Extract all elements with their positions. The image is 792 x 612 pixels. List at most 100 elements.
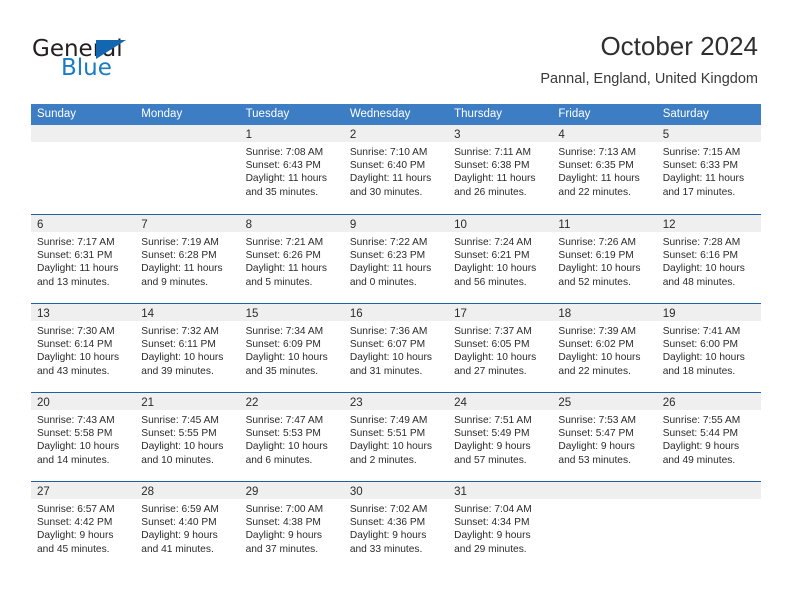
day-cell[interactable]: 13 Sunrise: 7:30 AM Sunset: 6:14 PM Dayl… xyxy=(31,304,136,392)
day-cell[interactable]: 21 Sunrise: 7:45 AM Sunset: 5:55 PM Dayl… xyxy=(135,393,240,481)
sunrise-text: Sunrise: 7:43 AM xyxy=(37,415,115,426)
day-info: Sunrise: 6:57 AM Sunset: 4:42 PM Dayligh… xyxy=(31,499,135,556)
day-info: Sunrise: 6:59 AM Sunset: 4:40 PM Dayligh… xyxy=(135,499,239,556)
day-cell[interactable]: 30 Sunrise: 7:02 AM Sunset: 4:36 PM Dayl… xyxy=(343,482,449,570)
day-number-band: 26 xyxy=(656,393,761,410)
day-cell[interactable]: 18 Sunrise: 7:39 AM Sunset: 6:02 PM Dayl… xyxy=(552,304,657,392)
day-cell[interactable]: 17 Sunrise: 7:37 AM Sunset: 6:05 PM Dayl… xyxy=(448,304,553,392)
day-number-band xyxy=(135,125,240,142)
calendar-grid: Sunday Monday Tuesday Wednesday Thursday… xyxy=(31,104,761,570)
daylight-text-line2: and 57 minutes. xyxy=(454,454,527,466)
day-cell[interactable]: 5 Sunrise: 7:15 AM Sunset: 6:33 PM Dayli… xyxy=(656,125,761,214)
day-number-band: 8 xyxy=(239,215,344,232)
day-cell[interactable]: 29 Sunrise: 7:00 AM Sunset: 4:38 PM Dayl… xyxy=(239,482,344,570)
sunrise-text: Sunrise: 7:51 AM xyxy=(454,415,532,426)
day-cell[interactable]: 9 Sunrise: 7:22 AM Sunset: 6:23 PM Dayli… xyxy=(343,215,449,303)
day-cell[interactable]: 14 Sunrise: 7:32 AM Sunset: 6:11 PM Dayl… xyxy=(135,304,240,392)
day-info: Sunrise: 7:19 AM Sunset: 6:28 PM Dayligh… xyxy=(135,232,239,289)
day-cell[interactable] xyxy=(135,125,240,214)
day-cell[interactable]: 8 Sunrise: 7:21 AM Sunset: 6:26 PM Dayli… xyxy=(239,215,344,303)
day-number-band: 3 xyxy=(448,125,553,142)
daylight-text-line1: Daylight: 10 hours xyxy=(662,352,745,364)
day-cell[interactable]: 22 Sunrise: 7:47 AM Sunset: 5:53 PM Dayl… xyxy=(239,393,344,481)
day-number-band: 9 xyxy=(343,215,449,232)
sunset-text: Sunset: 4:36 PM xyxy=(349,517,426,529)
sunrise-text: Sunrise: 7:15 AM xyxy=(662,147,741,158)
sunset-text: Sunset: 6:02 PM xyxy=(558,339,634,351)
day-cell[interactable] xyxy=(552,482,657,570)
daylight-text-line1: Daylight: 10 hours xyxy=(454,352,537,364)
day-number: 14 xyxy=(141,308,155,320)
day-cell[interactable]: 23 Sunrise: 7:49 AM Sunset: 5:51 PM Dayl… xyxy=(343,393,449,481)
day-cell[interactable]: 6 Sunrise: 7:17 AM Sunset: 6:31 PM Dayli… xyxy=(31,215,136,303)
day-cell[interactable] xyxy=(31,125,136,214)
day-number: 18 xyxy=(558,308,572,320)
day-cell[interactable]: 15 Sunrise: 7:34 AM Sunset: 6:09 PM Dayl… xyxy=(239,304,344,392)
weekday-header-monday: Monday xyxy=(141,108,183,120)
day-number: 29 xyxy=(245,486,259,498)
day-info: Sunrise: 7:34 AM Sunset: 6:09 PM Dayligh… xyxy=(240,321,344,378)
page-title: October 2024 xyxy=(600,31,758,61)
day-number: 23 xyxy=(349,397,363,409)
sunset-text: Sunset: 5:51 PM xyxy=(349,428,426,440)
day-number-band: 7 xyxy=(135,215,240,232)
daylight-text-line2: and 17 minutes. xyxy=(662,186,736,198)
day-number-band: 21 xyxy=(135,393,240,410)
day-number-band: 31 xyxy=(448,482,553,499)
day-cell[interactable]: 7 Sunrise: 7:19 AM Sunset: 6:28 PM Dayli… xyxy=(135,215,240,303)
daylight-text-line1: Daylight: 10 hours xyxy=(349,441,432,453)
day-cell[interactable] xyxy=(656,482,761,570)
day-cell[interactable]: 4 Sunrise: 7:13 AM Sunset: 6:35 PM Dayli… xyxy=(552,125,657,214)
sunset-text: Sunset: 6:23 PM xyxy=(349,250,426,262)
daylight-text-line1: Daylight: 10 hours xyxy=(558,352,641,364)
day-cell[interactable]: 11 Sunrise: 7:26 AM Sunset: 6:19 PM Dayl… xyxy=(552,215,657,303)
day-cell[interactable]: 24 Sunrise: 7:51 AM Sunset: 5:49 PM Dayl… xyxy=(448,393,553,481)
daylight-text-line2: and 53 minutes. xyxy=(558,454,631,466)
day-cell[interactable]: 10 Sunrise: 7:24 AM Sunset: 6:21 PM Dayl… xyxy=(448,215,553,303)
day-info: Sunrise: 7:21 AM Sunset: 6:26 PM Dayligh… xyxy=(240,232,344,289)
daylight-text-line1: Daylight: 9 hours xyxy=(662,441,740,453)
day-number: 28 xyxy=(141,486,155,498)
day-cell[interactable]: 28 Sunrise: 6:59 AM Sunset: 4:40 PM Dayl… xyxy=(135,482,240,570)
general-blue-logo[interactable]: General Blue xyxy=(32,36,212,82)
daylight-text-line1: Daylight: 11 hours xyxy=(37,263,119,275)
day-number-band xyxy=(656,482,761,499)
day-cell[interactable]: 3 Sunrise: 7:11 AM Sunset: 6:38 PM Dayli… xyxy=(448,125,553,214)
day-cell[interactable]: 2 Sunrise: 7:10 AM Sunset: 6:40 PM Dayli… xyxy=(343,125,449,214)
day-info xyxy=(552,499,656,503)
sunrise-text: Sunrise: 7:21 AM xyxy=(245,237,324,248)
day-cell[interactable]: 1 Sunrise: 7:08 AM Sunset: 6:43 PM Dayli… xyxy=(239,125,344,214)
sunset-text: Sunset: 6:07 PM xyxy=(349,339,426,351)
sunset-text: Sunset: 5:53 PM xyxy=(245,428,321,440)
sunset-text: Sunset: 5:55 PM xyxy=(141,428,217,440)
day-cell[interactable]: 26 Sunrise: 7:55 AM Sunset: 5:44 PM Dayl… xyxy=(656,393,761,481)
sunset-text: Sunset: 6:40 PM xyxy=(349,160,426,172)
day-cell[interactable]: 19 Sunrise: 7:41 AM Sunset: 6:00 PM Dayl… xyxy=(656,304,761,392)
sunset-text: Sunset: 6:33 PM xyxy=(662,160,739,172)
day-cell[interactable]: 25 Sunrise: 7:53 AM Sunset: 5:47 PM Dayl… xyxy=(552,393,657,481)
day-cell[interactable]: 12 Sunrise: 7:28 AM Sunset: 6:16 PM Dayl… xyxy=(656,215,761,303)
day-cell[interactable]: 31 Sunrise: 7:04 AM Sunset: 4:34 PM Dayl… xyxy=(448,482,553,570)
week-row: 1 Sunrise: 7:08 AM Sunset: 6:43 PM Dayli… xyxy=(31,125,761,214)
day-number: 13 xyxy=(37,308,50,320)
day-info: Sunrise: 7:00 AM Sunset: 4:38 PM Dayligh… xyxy=(240,499,344,556)
daylight-text-line2: and 5 minutes. xyxy=(245,276,313,288)
sunset-text: Sunset: 5:49 PM xyxy=(454,428,530,440)
sunset-text: Sunset: 6:16 PM xyxy=(662,250,739,262)
day-number: 31 xyxy=(454,486,467,498)
daylight-text-line2: and 48 minutes. xyxy=(662,276,736,288)
sunrise-text: Sunrise: 6:57 AM xyxy=(37,504,115,515)
day-number: 9 xyxy=(349,219,357,231)
day-number-band: 11 xyxy=(552,215,657,232)
daylight-text-line1: Daylight: 11 hours xyxy=(349,263,432,275)
sunrise-text: Sunrise: 7:10 AM xyxy=(349,147,428,158)
week-row: 6 Sunrise: 7:17 AM Sunset: 6:31 PM Dayli… xyxy=(31,214,761,303)
day-cell[interactable]: 27 Sunrise: 6:57 AM Sunset: 4:42 PM Dayl… xyxy=(31,482,136,570)
day-cell[interactable]: 20 Sunrise: 7:43 AM Sunset: 5:58 PM Dayl… xyxy=(31,393,136,481)
day-number-band: 24 xyxy=(448,393,553,410)
day-number-band: 4 xyxy=(552,125,657,142)
daylight-text-line2: and 18 minutes. xyxy=(662,365,736,377)
daylight-text-line1: Daylight: 9 hours xyxy=(141,530,218,542)
weekday-header-friday: Friday xyxy=(558,108,591,120)
day-cell[interactable]: 16 Sunrise: 7:36 AM Sunset: 6:07 PM Dayl… xyxy=(343,304,449,392)
